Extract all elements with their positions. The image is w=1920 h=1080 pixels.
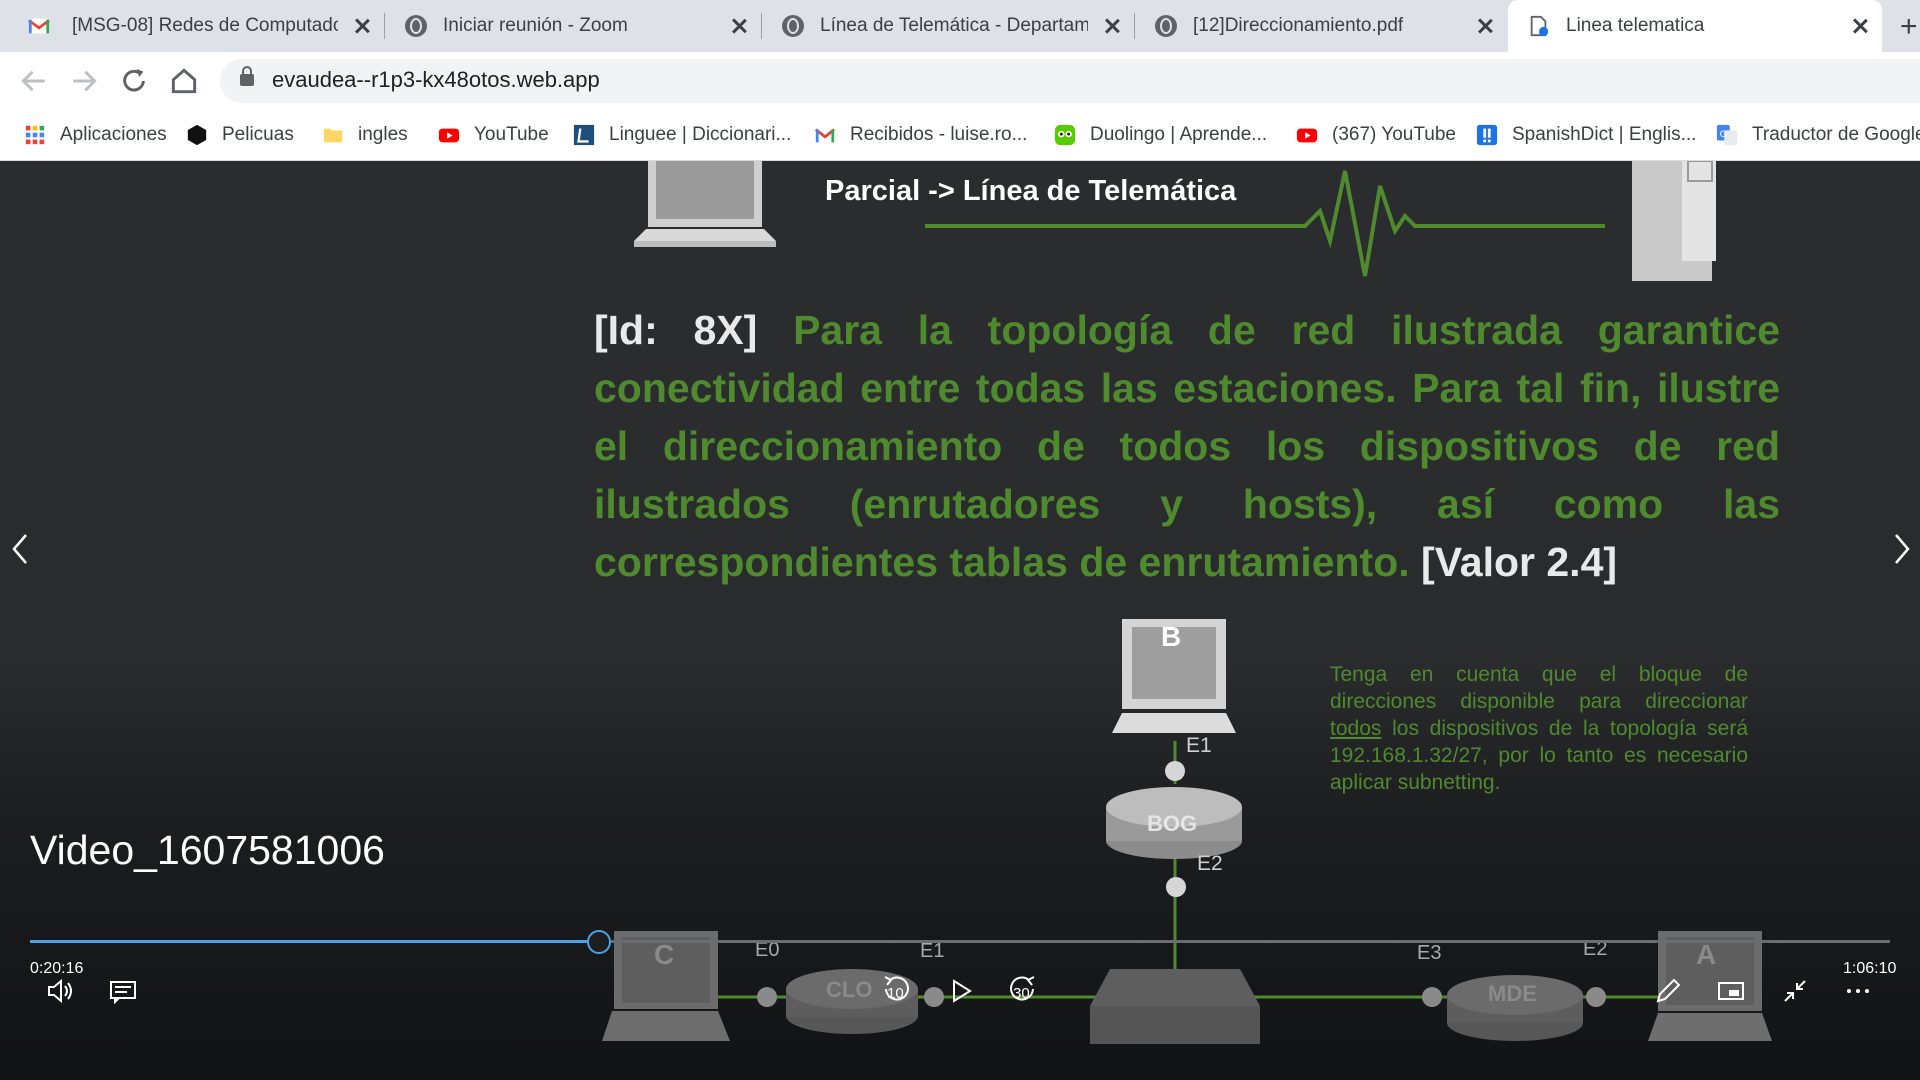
gmail-icon [28, 18, 50, 34]
bookmarks-bar: Aplicaciones Pelicuas ingles YouTube Lin… [0, 110, 1920, 161]
page-icon [1530, 15, 1549, 37]
folder-icon [323, 128, 343, 143]
volume-icon[interactable] [41, 971, 81, 1011]
question-text: [Id: 8X] Para la topología de red ilustr… [594, 301, 1780, 591]
bookmark-label: (367) YouTube [1332, 124, 1456, 145]
seek-thumb[interactable] [587, 930, 611, 954]
router-clo-label: CLO [826, 977, 873, 1002]
mini-view-icon[interactable] [1711, 971, 1751, 1011]
tab-4[interactable]: Linea telematica [1508, 0, 1882, 52]
tab-2[interactable]: Línea de Telemática - Departame [762, 0, 1134, 52]
bookmark-linguee[interactable]: Linguee | Diccionari... [573, 110, 791, 160]
url-text[interactable]: evaudea--r1p3-kx48otos.web.app [272, 67, 600, 93]
apps-grid-icon [25, 125, 45, 145]
tab-title: [MSG-08] Redes de Computador [72, 15, 338, 36]
new-tab-icon[interactable]: + [1900, 10, 1918, 44]
duolingo-icon [1054, 124, 1076, 146]
tab-title: Línea de Telemática - Departame [820, 15, 1088, 36]
host-a-label: A [1696, 939, 1717, 970]
youtube-icon [1296, 128, 1318, 143]
tab-title: [12]Direccionamiento.pdf [1193, 15, 1404, 36]
tab-title: Linea telematica [1566, 15, 1705, 36]
clo-e1-label: E1 [920, 940, 945, 962]
close-icon[interactable] [1475, 16, 1495, 36]
bookmark-recibidos[interactable]: Recibidos - luise.ro... [814, 110, 1027, 160]
skip-forward-seconds: 30 [1013, 985, 1030, 1002]
reload-icon[interactable] [118, 65, 150, 97]
bookmark-youtube-367[interactable]: (367) YouTube [1296, 110, 1456, 160]
globe-icon [1155, 15, 1177, 37]
video-title: Video_1607581006 [30, 827, 385, 873]
tab-0[interactable]: [MSG-08] Redes de Computador [0, 0, 384, 52]
youtube-icon [438, 128, 460, 143]
bookmark-label: Traductor de Google [1752, 124, 1920, 145]
more-options-icon[interactable] [1838, 971, 1878, 1011]
bookmark-label: Recibidos - luise.ro... [850, 124, 1028, 145]
gmail-icon [814, 128, 836, 143]
bookmark-pelicuas[interactable]: Pelicuas [186, 110, 294, 160]
bookmark-label: YouTube [474, 124, 549, 145]
lock-icon[interactable] [240, 66, 254, 86]
exit-fullscreen-icon[interactable] [1775, 971, 1815, 1011]
bookmark-youtube[interactable]: YouTube [438, 110, 549, 160]
bookmark-aplicaciones[interactable]: Aplicaciones [24, 110, 167, 160]
slide-heading: Parcial -> Línea de Telemática [825, 175, 1237, 207]
bog-e1-label: E1 [1186, 734, 1212, 757]
hexagon-icon [187, 124, 207, 146]
bookmark-label: Aplicaciones [60, 124, 167, 145]
tab-3[interactable]: [12]Direccionamiento.pdf [1135, 0, 1507, 52]
mde-e3-label: E3 [1417, 942, 1442, 964]
close-icon[interactable] [1850, 16, 1870, 36]
forward-arrow-icon[interactable] [68, 65, 100, 97]
close-icon[interactable] [352, 16, 372, 36]
skip-back-seconds: 10 [887, 985, 904, 1002]
bookmark-label: Linguee | Diccionari... [609, 124, 792, 145]
play-icon[interactable] [940, 971, 980, 1011]
linguee-icon [573, 124, 595, 146]
globe-icon [405, 15, 427, 37]
svg-text:G: G [1720, 129, 1727, 140]
video-player[interactable]: Parcial -> Línea de Telemática [Id: 8X] … [0, 161, 1920, 1080]
previous-arrow-icon[interactable] [2, 521, 38, 577]
server-illustration [1632, 161, 1716, 281]
bookmark-label: SpanishDict | Englis... [1512, 124, 1697, 145]
close-icon[interactable] [1102, 16, 1122, 36]
tab-strip: [MSG-08] Redes de Computador Iniciar reu… [0, 0, 1920, 52]
host-b-label: B [1161, 621, 1182, 652]
back-arrow-icon[interactable] [18, 65, 50, 97]
close-icon[interactable] [729, 16, 749, 36]
host-c-label: C [654, 939, 675, 970]
bog-e2-label: E2 [1197, 852, 1223, 875]
router-bog-label: BOG [1147, 811, 1198, 836]
globe-icon [782, 15, 804, 37]
spanishdict-icon [1476, 124, 1498, 146]
next-arrow-icon[interactable] [1884, 521, 1920, 577]
home-icon[interactable] [168, 65, 200, 97]
router-mde-label: MDE [1488, 981, 1537, 1006]
bookmark-label: Duolingo | Aprende... [1090, 124, 1268, 145]
pen-icon[interactable] [1648, 971, 1688, 1011]
bookmark-ingles[interactable]: ingles [322, 110, 408, 160]
bookmark-duolingo[interactable]: Duolingo | Aprende... [1054, 110, 1267, 160]
tab-1[interactable]: Iniciar reunión - Zoom [385, 0, 761, 52]
seek-progress [30, 940, 599, 943]
tab-title: Iniciar reunión - Zoom [443, 15, 628, 36]
question-value: [Valor 2.4] [1421, 539, 1618, 585]
captions-icon[interactable] [103, 971, 143, 1011]
google-translate-icon: G [1716, 124, 1738, 146]
browser-toolbar: evaudea--r1p3-kx48otos.web.app [0, 52, 1920, 110]
bookmark-label: Pelicuas [222, 124, 294, 145]
laptop-illustration [634, 161, 776, 247]
question-id: [Id: 8X] [594, 307, 758, 353]
bookmark-traductor[interactable]: G Traductor de Google [1716, 110, 1920, 160]
bookmark-spanishdict[interactable]: SpanishDict | Englis... [1476, 110, 1696, 160]
bookmark-label: ingles [358, 124, 408, 145]
